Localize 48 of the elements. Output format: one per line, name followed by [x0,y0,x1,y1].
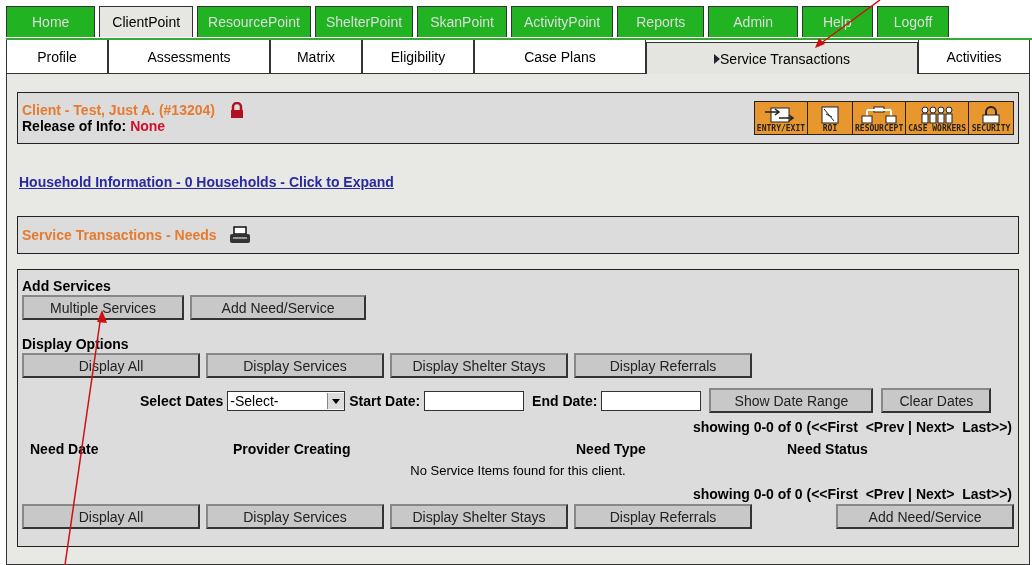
column-header: Need Type [576,441,647,457]
sub-tab[interactable]: Case Plans [474,40,646,74]
toolbar-button[interactable]: ENTRY/EXIT [754,102,809,134]
caret-icon [327,392,345,409]
select-dates-label: Select Dates [140,392,224,409]
display-button[interactable]: Display All [22,504,200,529]
display-button[interactable]: Display Services [206,353,384,378]
end-date-label: End Date: [532,392,598,409]
dates-dropdown[interactable]: -Select- [227,390,346,411]
sub-tab[interactable]: Activities [918,40,1030,74]
display-button[interactable]: Display Shelter Stays [390,353,568,378]
column-header: Need Status [787,441,869,457]
end-date-field[interactable] [601,390,702,411]
sub-tab[interactable]: Eligibility [362,40,474,74]
household-link[interactable]: Household Information - 0 Households - Click to Expand [19,174,394,190]
annotation-arrow [815,0,881,48]
main-tab[interactable]: ClientPoint [99,6,194,37]
section-title: Service Transactions - Needs [22,227,217,243]
empty-message: No Service Items found for this client. [410,463,626,478]
display-button[interactable]: Display Referrals [574,353,752,378]
add-service-button[interactable]: Multiple Services [22,295,184,320]
sub-tab[interactable]: Profile [6,40,108,74]
display-button[interactable]: Display Shelter Stays [390,504,568,529]
printer-icon[interactable] [228,226,251,244]
display-button[interactable]: Display Referrals [574,504,752,529]
padlock-icon [228,102,245,118]
pagination-text: showing 0-0 of 0 (<<First <Prev | Next> Last>>) [692,486,1012,502]
add-services-heading: Add Services [22,278,112,295]
toolbar-button[interactable]: ROI [808,102,854,134]
add-need-service-button[interactable]: Add Need/Service [836,504,1014,529]
add-service-button[interactable]: Add Need/Service [190,295,366,320]
client-name: Client - Test, Just A. (#13204) [22,102,215,118]
start-date-label: Start Date: [349,392,421,409]
sub-tab[interactable]: Assessments [108,40,270,74]
sub-tab[interactable]: Matrix [270,40,362,74]
toolbar-button[interactable]: SECURITY [969,102,1013,134]
sub-tab[interactable]: Service Transactions [646,42,918,74]
toolbar-button[interactable]: CASE WORKERS [906,102,969,134]
roi-label: Release of Info: [22,118,127,134]
roi-value: None [130,118,166,134]
display-button[interactable]: Display Services [206,504,384,529]
column-header: Provider Creating [233,441,352,457]
toolbar-button[interactable]: RESOURCEPT [853,102,907,134]
date-button[interactable]: Clear Dates [881,388,992,413]
flowchart-icon [859,106,900,124]
date-button[interactable]: Show Date Range [709,388,874,413]
start-date-field[interactable] [424,390,525,411]
pagination-text: showing 0-0 of 0 (<<First <Prev | Next> Last>>) [692,419,1012,435]
